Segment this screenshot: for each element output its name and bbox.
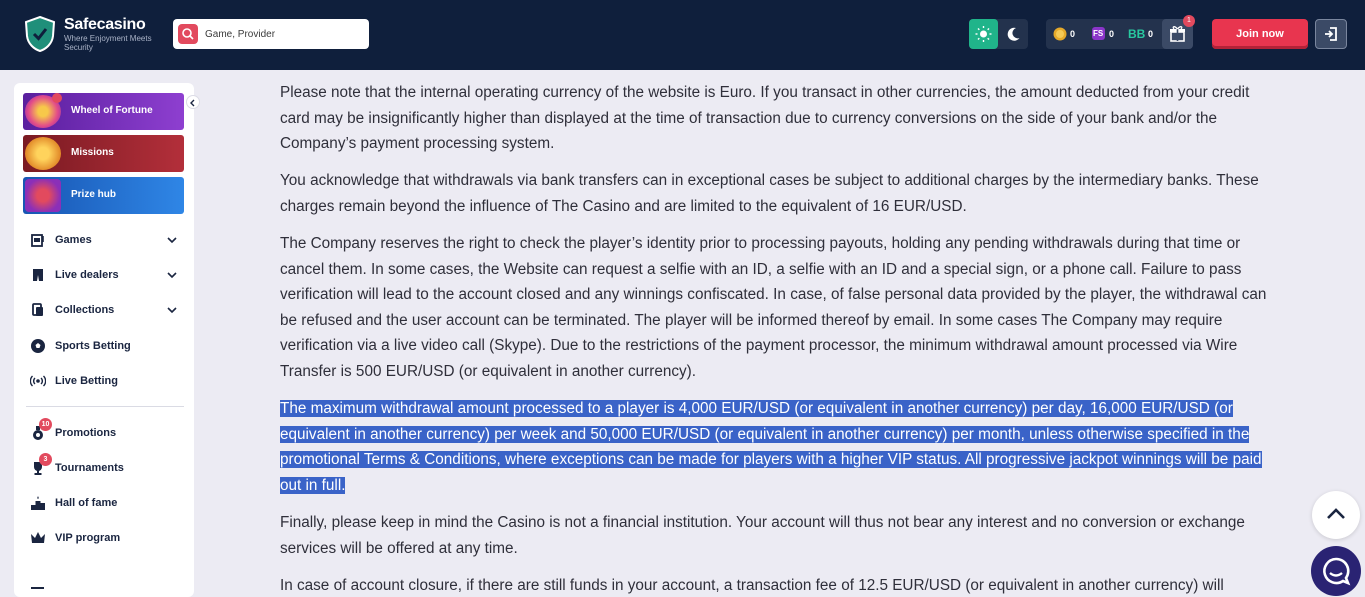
search-input[interactable] [205,19,365,49]
bonus-balance: 0 [1148,29,1154,39]
terms-content: Please note that the internal operating … [280,80,1270,597]
search-box[interactable] [173,19,369,49]
sidebar: Wheel of Fortune Missions Prize hub Game… [14,83,194,597]
chevron-up-icon [1327,508,1345,519]
dealer-icon [33,269,43,281]
terms-paragraph: Please note that the internal operating … [280,84,1250,153]
join-now-button[interactable]: Join now [1212,19,1308,49]
sidebar-item-tournaments[interactable]: 3 Tournaments [14,453,194,483]
sidebar-item-live-betting[interactable]: Live Betting [14,366,194,396]
menu-icon [31,587,44,589]
shield-check-icon [24,16,56,52]
missions-button[interactable]: Missions [23,135,184,172]
terms-paragraph: In case of account closure, if there are… [280,576,1224,594]
sidebar-item-label: Live dealers [55,269,119,281]
podium-icon [31,496,45,510]
prize-hub-label: Prize hub [71,189,117,200]
wheel-of-fortune-button[interactable]: Wheel of Fortune [23,93,184,130]
chevron-down-icon [167,307,177,314]
site-logo[interactable]: Safecasino Where Enjoyment Meets Securit… [24,16,164,56]
sidebar-divider [26,406,184,407]
sidebar-item-label: Hall of fame [55,497,118,509]
terms-paragraph-selected: The maximum withdrawal amount processed … [280,396,1270,498]
soccer-ball-icon [31,339,45,353]
search-icon [178,24,198,44]
sidebar-item-label: Collections [55,304,115,316]
terms-paragraph: Finally, please keep in mind the Casino … [280,513,1245,557]
moon-icon[interactable] [999,19,1028,49]
sidebar-item-promotions[interactable]: 10 Promotions [14,418,194,448]
top-header: Safecasino Where Enjoyment Meets Securit… [0,0,1365,70]
sidebar-item-collections[interactable]: Collections [14,295,194,325]
free-spins-label: FS [1093,29,1104,38]
logo-name: Safecasino [64,16,146,33]
missions-badge-icon [25,137,61,170]
wheel-of-fortune-label: Wheel of Fortune [71,105,153,116]
sidebar-collapse-button[interactable] [186,95,200,109]
sidebar-item-label: Sports Betting [55,340,131,352]
chat-bubble-icon [1323,557,1351,586]
live-chat-button[interactable] [1311,546,1361,596]
slot-machine-icon [31,234,44,247]
sidebar-item-label: VIP program [55,532,121,544]
login-icon [1325,27,1337,41]
sidebar-item-vip-program[interactable]: VIP program [14,523,194,553]
gift-badge: 1 [1183,15,1195,27]
scroll-to-top-button[interactable] [1312,491,1360,539]
sidebar-item-live-dealers[interactable]: Live dealers [14,260,194,290]
tournaments-count-badge: 3 [39,453,52,466]
sidebar-item-hall-of-fame[interactable]: Hall of fame [14,488,194,518]
sun-icon[interactable] [969,19,998,49]
sidebar-item-more[interactable] [14,569,194,597]
selected-text: The maximum withdrawal amount processed … [280,400,1262,494]
live-broadcast-icon [30,375,46,387]
collections-icon [32,303,43,316]
coins-balance: 0 [1070,29,1076,39]
notification-dot [52,93,62,103]
promotions-count-badge: 10 [39,418,52,431]
prize-hub-button[interactable]: Prize hub [23,177,184,214]
chevron-left-icon [190,99,195,107]
prize-gift-icon [25,179,61,212]
chevron-down-icon [167,272,177,279]
sidebar-item-label: Live Betting [55,375,118,387]
coin-icon [1052,19,1082,49]
terms-paragraph: You acknowledge that withdrawals via ban… [280,172,1259,215]
crown-icon [31,532,45,543]
sidebar-item-label: Promotions [55,427,117,439]
missions-label: Missions [71,147,114,158]
sidebar-item-games[interactable]: Games [14,225,194,255]
free-spins-balance: 0 [1109,29,1115,39]
login-button[interactable] [1315,19,1347,49]
logo-tagline: Where Enjoyment Meets Security [64,34,152,52]
chevron-down-icon [167,237,177,244]
bonus-balance-label: BB [1128,27,1146,41]
sidebar-item-sports-betting[interactable]: Sports Betting [14,331,194,361]
theme-toggle [969,19,1028,49]
sidebar-item-label: Tournaments [55,462,124,474]
terms-paragraph: The Company reserves the right to check … [280,234,1267,380]
sidebar-item-label: Games [55,234,92,246]
